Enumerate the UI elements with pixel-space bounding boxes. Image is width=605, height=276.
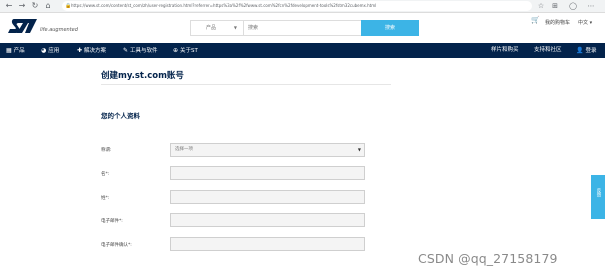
nav-item-solutions[interactable]: ✚ 解决方案 — [77, 43, 106, 58]
puzzle-icon: ✚ — [77, 47, 83, 54]
menu-icon[interactable]: ⋯ — [586, 1, 596, 11]
product-select-label: 产品 — [206, 25, 217, 31]
cart-icon[interactable]: 🛒 — [531, 16, 540, 24]
nav-item-label: 样片和购买 — [491, 47, 519, 53]
nav-item-label: 登录 — [585, 48, 597, 54]
profile-icon[interactable]: ◯ — [568, 1, 578, 11]
nav-item-samples-buy[interactable]: 样片和购买 — [491, 43, 519, 58]
nav-item-support-community[interactable]: 支持和社区 — [534, 43, 562, 58]
brand-tagline: life.augmented — [40, 27, 78, 33]
nav-item-label: 支持和社区 — [534, 47, 562, 53]
first-name-field[interactable] — [170, 166, 365, 180]
back-arrow-icon[interactable]: ← — [4, 1, 14, 11]
st-logo[interactable] — [8, 18, 38, 34]
search-input[interactable] — [245, 21, 360, 35]
email-confirm-field[interactable] — [170, 237, 365, 251]
site-header: life.augmented 产品 ▼ 搜索 🛒 我的购物车 中文 ▾ — [0, 13, 605, 43]
grid-icon: ▦ — [6, 47, 12, 54]
search-button[interactable]: 搜索 — [361, 20, 419, 36]
nav-item-label: 关于ST — [180, 48, 198, 54]
page-title: 创建my.st.com账号 — [101, 71, 184, 81]
email-field[interactable] — [170, 213, 365, 227]
product-category-select[interactable]: 产品 ▼ — [191, 21, 244, 35]
forward-arrow-icon[interactable]: → — [17, 1, 27, 11]
reload-icon[interactable]: ↻ — [30, 1, 40, 11]
chevron-down-icon: ▼ — [233, 25, 237, 30]
cart-link[interactable]: 我的购物车 — [545, 19, 570, 26]
nav-item-label: 工具与软件 — [130, 48, 158, 54]
address-bar[interactable]: 🔒 https://www.st.com/content/st_com/zh/u… — [62, 1, 532, 11]
email-confirm-label: 电子邮件确认*: — [101, 243, 132, 248]
email-label: 电子邮件*: — [101, 219, 123, 224]
nav-item-label: 产品 — [13, 48, 25, 54]
chevron-down-icon: ▼ — [357, 147, 361, 152]
search-bar: 产品 ▼ 搜索 — [190, 20, 419, 36]
language-selector[interactable]: 中文 ▾ — [578, 19, 592, 26]
address-url: https://www.st.com/content/st_com/zh/use… — [71, 3, 377, 8]
nav-item-about-st[interactable]: ⊕ 关于ST — [173, 43, 198, 58]
last-name-label: 姓*: — [101, 196, 110, 201]
home-icon[interactable]: ⌂ — [43, 1, 53, 11]
wrench-icon: ✎ — [123, 47, 129, 54]
globe-icon: ⊕ — [173, 47, 179, 54]
divider — [101, 84, 391, 85]
browser-toolbar: ← → ↻ ⌂ 🔒 https://www.st.com/content/st_… — [0, 0, 605, 13]
feedback-label: 反馈 — [596, 188, 601, 197]
first-name-label: 名*: — [101, 172, 110, 177]
language-label: 中文 — [578, 20, 589, 26]
login-link[interactable]: 👤 登录 — [576, 43, 597, 58]
nav-item-products[interactable]: ▦ 产品 — [6, 43, 25, 58]
pie-chart-icon: ◕ — [41, 47, 47, 54]
watermark: CSDN @qq_27158179 — [418, 251, 558, 266]
main-navbar: ▦ 产品 ◕ 应用 ✚ 解决方案 ✎ 工具与软件 ⊕ 关于ST 样片和购买 支持和社区 👤… — [0, 43, 605, 58]
nav-item-tools-software[interactable]: ✎ 工具与软件 — [123, 43, 158, 58]
nav-item-applications[interactable]: ◕ 应用 — [41, 43, 59, 58]
salutation-select[interactable]: 选择一项 ▼ — [170, 143, 365, 157]
salutation-label: 称谓: — [101, 148, 112, 153]
salutation-value: 选择一项 — [175, 147, 193, 152]
lock-icon: 🔒 — [65, 3, 72, 9]
star-icon[interactable]: ☆ — [536, 1, 546, 11]
feedback-tab[interactable]: 反馈 — [591, 175, 605, 219]
last-name-field[interactable] — [170, 190, 365, 204]
extension-icon[interactable]: ⊞ — [550, 1, 560, 11]
section-title: 您的个人资料 — [101, 112, 140, 120]
user-icon: 👤 — [576, 47, 584, 54]
nav-item-label: 应用 — [48, 48, 60, 54]
nav-item-label: 解决方案 — [84, 48, 107, 54]
